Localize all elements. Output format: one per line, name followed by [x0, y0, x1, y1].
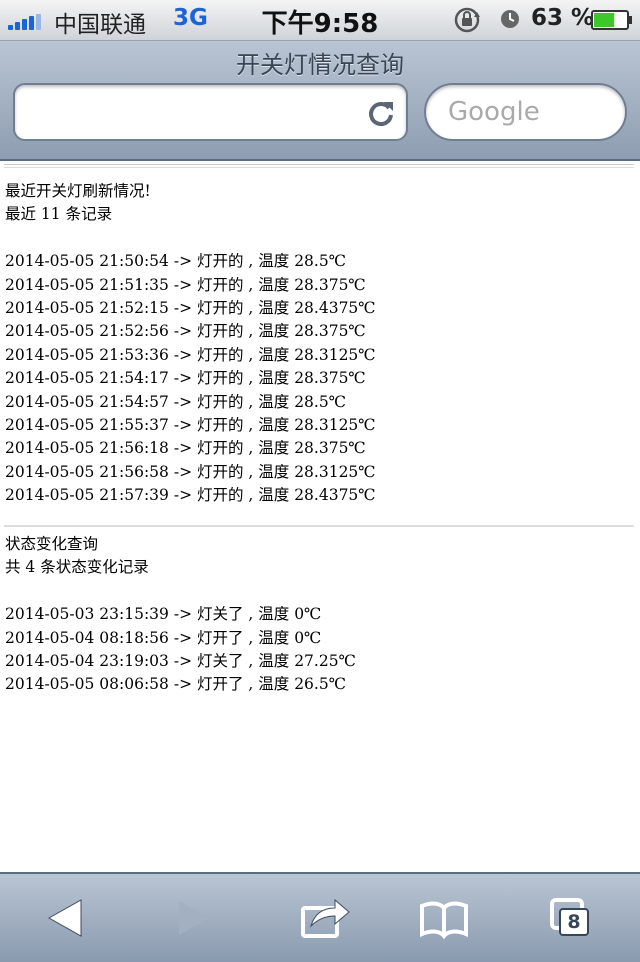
share-icon[interactable] [297, 894, 353, 942]
section-divider [4, 525, 634, 527]
pages-count-badge: 8 [559, 908, 589, 936]
browser-navbar: 开关灯情况查询 Google [0, 41, 640, 161]
change-line: 2014-05-04 23:19:03 -> 灯关了 , 温度 27.25℃ [5, 652, 356, 671]
record-line: 2014-05-05 21:55:37 -> 灯开的 , 温度 28.3125℃ [5, 416, 376, 435]
page-title: 开关灯情况查询 [236, 51, 404, 79]
recent-count: 最近 11 条记录 [5, 205, 113, 224]
record-line: 2014-05-05 21:57:39 -> 灯开的 , 温度 28.4375℃ [5, 486, 376, 505]
changes-count: 共 4 条状态变化记录 [5, 558, 149, 577]
record-line: 2014-05-05 21:54:17 -> 灯开的 , 温度 28.375℃ [5, 369, 366, 388]
change-line: 2014-05-05 08:06:58 -> 灯开了 , 温度 26.5℃ [5, 675, 347, 694]
address-field[interactable] [13, 83, 408, 141]
change-line: 2014-05-03 23:15:39 -> 灯关了 , 温度 0℃ [5, 605, 322, 624]
bookmarks-icon[interactable] [416, 894, 472, 942]
pages-button[interactable]: 8 [546, 894, 602, 942]
state-change-section: 状态变化查询 共 4 条状态变化记录 2014-05-03 23:15:39 -… [5, 533, 356, 697]
top-divider [4, 164, 634, 168]
changes-heading: 状态变化查询 [5, 535, 99, 553]
record-line: 2014-05-05 21:52:56 -> 灯开的 , 温度 28.375℃ [5, 322, 366, 341]
record-line: 2014-05-05 21:50:54 -> 灯开的 , 温度 28.5℃ [5, 252, 347, 271]
rotation-lock-icon [454, 7, 480, 33]
change-line: 2014-05-04 08:18:56 -> 灯开了 , 温度 0℃ [5, 628, 322, 647]
google-search-field[interactable]: Google [424, 83, 627, 141]
recent-records-section: 最近开关灯刷新情况! 最近 11 条记录 2014-05-05 21:50:54… [5, 180, 376, 508]
page-content: 最近开关灯刷新情况! 最近 11 条记录 2014-05-05 21:50:54… [0, 160, 640, 872]
record-line: 2014-05-05 21:53:36 -> 灯开的 , 温度 28.3125℃ [5, 345, 376, 364]
record-line: 2014-05-05 21:56:18 -> 灯开的 , 温度 28.375℃ [5, 439, 366, 458]
forward-icon[interactable] [165, 894, 221, 942]
recent-heading: 最近开关灯刷新情况! [5, 182, 151, 200]
browser-toolbar: 8 [0, 872, 640, 962]
reload-icon[interactable] [366, 98, 396, 128]
alarm-clock-icon [501, 10, 519, 28]
record-line: 2014-05-05 21:56:58 -> 灯开的 , 温度 28.3125℃ [5, 462, 376, 481]
battery-icon [591, 10, 632, 30]
status-bar: 中国联通 3G 下午9:58 63 % [0, 0, 640, 41]
record-line: 2014-05-05 21:51:35 -> 灯开的 , 温度 28.375℃ [5, 275, 366, 294]
battery-percent: 63 % [531, 5, 595, 31]
record-line: 2014-05-05 21:52:15 -> 灯开的 , 温度 28.4375℃ [5, 299, 376, 318]
record-line: 2014-05-05 21:54:57 -> 灯开的 , 温度 28.5℃ [5, 392, 347, 411]
back-icon[interactable] [37, 894, 93, 942]
